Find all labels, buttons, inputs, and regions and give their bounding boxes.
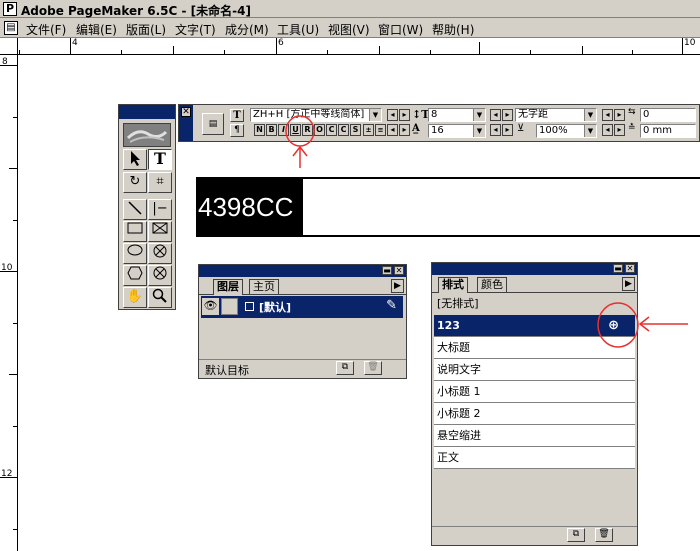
tab-layers[interactable]: 图层 [213, 279, 243, 295]
ruler-origin[interactable] [0, 38, 18, 55]
annotation-circle-reverse-button [285, 115, 315, 147]
annotation-circle-style-icon [597, 302, 639, 348]
red-annotations [285, 115, 688, 348]
tab-styles[interactable]: 排式 [438, 277, 468, 293]
